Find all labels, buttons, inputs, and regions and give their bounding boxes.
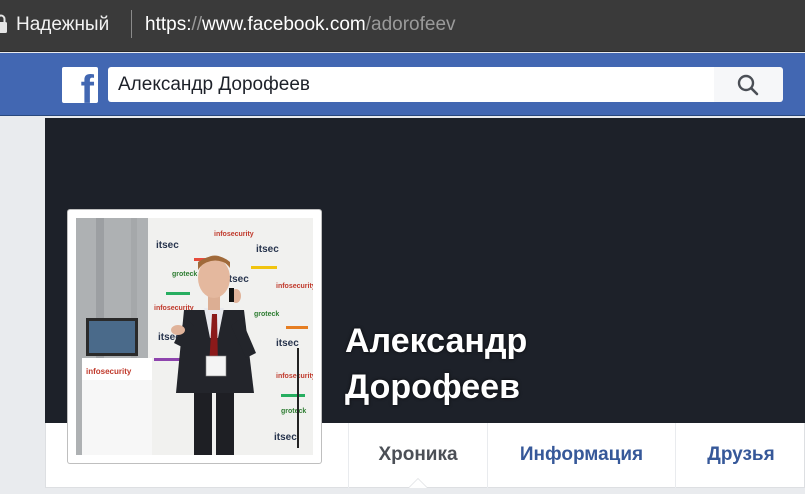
secure-connection-label[interactable]: Надежный — [16, 13, 109, 37]
lock-icon — [0, 14, 7, 33]
svg-text:infosecurity: infosecurity — [276, 373, 313, 380]
svg-text:itsec: itsec — [256, 244, 279, 255]
svg-text:itsec: itsec — [276, 338, 299, 349]
profile-picture: itsec infosecurity itsec groteck itsec i… — [76, 218, 313, 455]
svg-text:itsec: itsec — [274, 432, 297, 443]
svg-text:groteck: groteck — [281, 408, 306, 415]
address-divider — [131, 10, 132, 38]
url-slashes: // — [191, 14, 203, 35]
search-button[interactable] — [714, 67, 783, 102]
profile-name[interactable]: Александр Дорофеев — [345, 318, 605, 410]
active-tab-caret — [408, 478, 428, 488]
facebook-header: f — [0, 53, 805, 116]
svg-text:infosecurity: infosecurity — [86, 367, 132, 376]
profile-picture-frame[interactable]: itsec infosecurity itsec groteck itsec i… — [67, 209, 322, 464]
profile-photo-illustration: itsec infosecurity itsec groteck itsec i… — [76, 218, 313, 455]
url-scheme: https: — [145, 14, 192, 35]
search-input[interactable] — [108, 67, 714, 102]
url-field[interactable]: https://www.facebook.com/adorofeev — [145, 13, 456, 37]
browser-address-bar: Надежный https://www.facebook.com/adorof… — [0, 0, 805, 52]
tab-about[interactable]: Информация — [487, 423, 675, 488]
svg-text:infosecurity: infosecurity — [276, 283, 313, 290]
svg-text:groteck: groteck — [254, 311, 279, 318]
search-icon — [737, 74, 759, 96]
url-host: www.facebook.com — [202, 14, 366, 35]
svg-text:groteck: groteck — [172, 271, 197, 278]
tab-friends[interactable]: Друзья — [675, 423, 805, 488]
facebook-logo-icon[interactable]: f — [62, 67, 98, 103]
svg-text:infosecurity: infosecurity — [214, 231, 254, 238]
url-path: /adorofeev — [365, 14, 456, 35]
svg-text:itsec: itsec — [156, 240, 179, 251]
